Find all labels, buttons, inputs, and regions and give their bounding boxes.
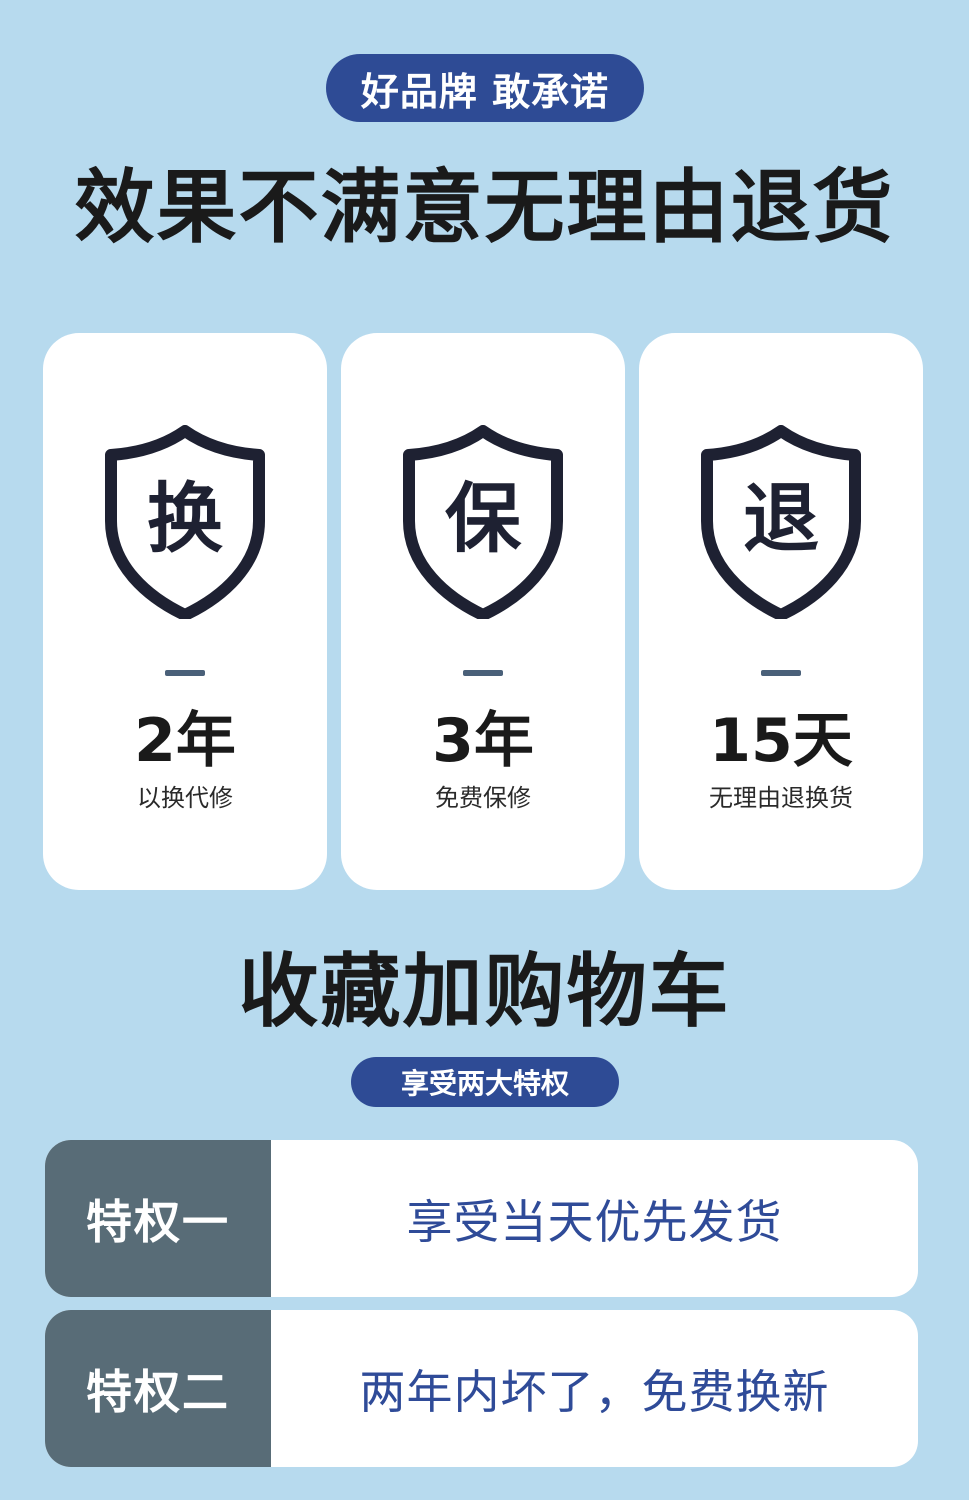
privilege-label: 特权一 — [45, 1140, 271, 1297]
privilege-row-1: 特权一 享受当天优先发货 — [45, 1140, 918, 1297]
privilege-row-2: 特权二 两年内坏了，免费换新 — [45, 1310, 918, 1467]
shield-char: 退 — [743, 474, 819, 563]
guarantee-period: 2年 — [134, 706, 236, 776]
guarantee-period: 3年 — [432, 706, 534, 776]
shield-icon: 退 — [701, 425, 861, 619]
guarantee-period: 15天 — [709, 706, 853, 776]
shield-icon: 换 — [105, 425, 265, 619]
shield-char: 保 — [445, 474, 522, 563]
divider-dash — [463, 670, 503, 676]
shield-icon: 保 — [403, 425, 563, 619]
headline-title: 效果不满意无理由退货 — [74, 161, 895, 254]
guarantee-card-exchange: 换 2年 以换代修 — [43, 333, 327, 890]
guarantee-desc: 以换代修 — [137, 784, 233, 812]
privilege-badge: 享受两大特权 — [351, 1057, 619, 1107]
promise-badge: 好品牌 敢承诺 — [326, 54, 644, 122]
guarantee-desc: 无理由退换货 — [709, 784, 853, 812]
privilege-text: 享受当天优先发货 — [406, 1194, 783, 1249]
guarantee-card-return: 退 15天 无理由退换货 — [639, 333, 923, 890]
guarantee-desc: 免费保修 — [435, 784, 531, 812]
shield-char: 换 — [147, 474, 223, 563]
privilege-label: 特权二 — [45, 1310, 271, 1467]
divider-dash — [165, 670, 205, 676]
privilege-text: 两年内坏了，免费换新 — [359, 1364, 830, 1419]
divider-dash — [761, 670, 801, 676]
section-title: 收藏加购物车 — [238, 945, 731, 1038]
guarantee-card-warranty: 保 3年 免费保修 — [341, 333, 625, 890]
